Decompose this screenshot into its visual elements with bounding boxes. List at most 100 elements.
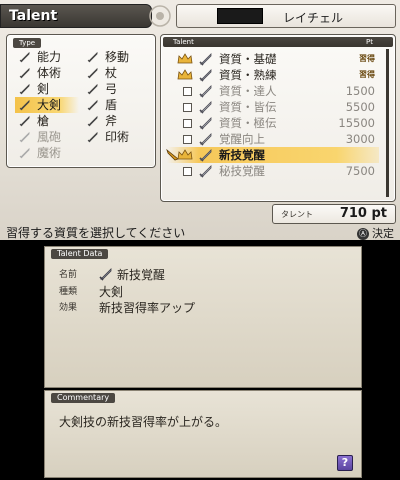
character-name: レイチェル (283, 11, 344, 25)
type-item-label: 風砲 (37, 130, 62, 144)
crown-icon (177, 149, 193, 160)
talent-pt: 7500 (345, 164, 375, 178)
type-item-label: 盾 (105, 98, 118, 112)
greatsword-icon (199, 117, 212, 130)
talent-header-bar: Talent Pt (163, 37, 393, 47)
type-item[interactable]: 能力 (15, 49, 79, 65)
greatsword-icon (199, 53, 212, 66)
type-key: 種類 (59, 287, 78, 297)
type-item[interactable]: 体術 (15, 65, 79, 81)
talent-name: 資質・達人 (219, 84, 277, 98)
talent-name: 資質・熟練 (219, 68, 277, 82)
greatsword-icon (199, 149, 212, 162)
checkbox[interactable] (183, 135, 192, 144)
help-button[interactable]: ? (337, 455, 353, 471)
type-item-label: 魔術 (37, 146, 62, 160)
type-item-label: 槍 (37, 114, 50, 128)
type-item[interactable]: 大剣 (15, 97, 79, 113)
magic-icon (19, 147, 30, 159)
talent-screen-bottom: Talent Data 名前 新技覚醒 種類 大剣 効果 新技習得率アップ Co… (0, 240, 400, 480)
talent-row[interactable]: 資質・皆伝 5500 (167, 99, 379, 115)
talent-pt: 習得 (359, 54, 375, 63)
bow-icon (87, 83, 98, 95)
confirm-prompt[interactable]: Ⓐ 決定 (357, 225, 394, 240)
type-item-label: 能力 (37, 50, 62, 64)
talent-data-heading: Talent Data (51, 249, 109, 259)
character-emblem-icon (217, 8, 263, 24)
checkbox[interactable] (183, 103, 192, 112)
checkbox[interactable] (183, 87, 192, 96)
name-value: 新技覚醒 (117, 268, 166, 282)
movement-icon (87, 51, 98, 63)
greatsword-icon (199, 165, 212, 178)
type-item[interactable]: 風砲 (15, 129, 79, 145)
type-item[interactable]: 魔術 (15, 145, 79, 161)
greatsword-icon (19, 99, 30, 111)
fist-icon (19, 67, 30, 79)
talent-pt: 3000 (345, 132, 375, 146)
talent-pt: 15500 (338, 116, 375, 130)
seal-icon (87, 131, 98, 143)
greatsword-icon (199, 69, 212, 82)
type-value: 大剣 (99, 285, 124, 299)
effect-value: 新技習得率アップ (99, 301, 196, 315)
type-item-label: 大剣 (37, 98, 62, 112)
crown-icon (177, 69, 193, 80)
title-tab: Talent (0, 4, 152, 28)
type-item[interactable]: 杖 (83, 65, 147, 81)
crown-icon (177, 53, 193, 64)
sword-icon (19, 83, 30, 95)
talent-data-panel: Talent Data 名前 新技覚醒 種類 大剣 効果 新技習得率アップ (44, 246, 362, 388)
talent-name: 資質・皆伝 (219, 100, 277, 114)
talent-panel: Talent Pt 資質・基礎 習得 資質・熟練 習得資質・達人 1500 資質・皆伝 55… (160, 34, 396, 202)
type-item-label: 印術 (105, 130, 130, 144)
ability-icon (19, 51, 30, 63)
type-item-label: 体術 (37, 66, 62, 80)
talent-pt: 習得 (359, 70, 375, 79)
wind-cannon-icon (19, 131, 30, 143)
commentary-text: 大剣技の新技習得率が上がる。 (59, 415, 228, 429)
talent-name: 秘技覚醒 (219, 164, 265, 178)
talent-name: 資質・極伝 (219, 116, 277, 130)
type-panel: Type 能力 移動体術 杖剣 弓大剣 盾槍 斧風砲 印術魔術 (6, 34, 156, 168)
pt-heading: Pt (366, 38, 373, 46)
points-value: 710 pt (339, 206, 387, 221)
type-item[interactable]: 盾 (83, 97, 147, 113)
greatsword-icon (199, 85, 212, 98)
type-item[interactable]: 印術 (83, 129, 147, 145)
points-label: タレント (281, 210, 313, 219)
axe-icon (87, 115, 98, 127)
talent-row[interactable]: 秘技覚醒 7500 (167, 163, 379, 179)
type-item[interactable]: 移動 (83, 49, 147, 65)
screen-title: Talent (9, 8, 58, 24)
commentary-panel: Commentary 大剣技の新技習得率が上がる。 ? (44, 390, 362, 478)
talent-row[interactable]: 新技覚醒 (166, 147, 379, 163)
type-item[interactable]: 剣 (15, 81, 79, 97)
type-heading: Type (13, 38, 42, 48)
type-item[interactable]: 斧 (83, 113, 147, 129)
type-item-label: 弓 (105, 82, 118, 96)
type-item[interactable]: 弓 (83, 81, 147, 97)
instruction-text: 習得する資質を選択してください (6, 226, 186, 240)
talent-row[interactable]: 資質・極伝 15500 (167, 115, 379, 131)
scrollbar-thumb[interactable] (386, 49, 389, 197)
spear-icon (19, 115, 30, 127)
checkbox[interactable] (183, 167, 192, 176)
talent-row[interactable]: 資質・達人 1500 (167, 83, 379, 99)
talent-scrollbar[interactable] (386, 49, 389, 197)
checkbox[interactable] (183, 119, 192, 128)
talent-points-box: タレント 710 pt (272, 204, 396, 224)
greatsword-icon (99, 268, 112, 281)
talent-row[interactable]: 覚醒向上 3000 (167, 131, 379, 147)
type-item-label: 移動 (105, 50, 130, 64)
talent-row[interactable]: 資質・熟練 習得 (167, 67, 379, 83)
type-item-label: 杖 (105, 66, 118, 80)
talent-row[interactable]: 資質・基礎 習得 (167, 51, 379, 67)
type-item-label: 剣 (37, 82, 50, 96)
talent-name: 新技覚醒 (219, 148, 265, 162)
type-item[interactable]: 槍 (15, 113, 79, 129)
character-box[interactable]: レイチェル (176, 4, 396, 28)
talent-heading: Talent (173, 38, 194, 46)
greatsword-icon (199, 101, 212, 114)
talent-pt: 5500 (345, 100, 375, 114)
